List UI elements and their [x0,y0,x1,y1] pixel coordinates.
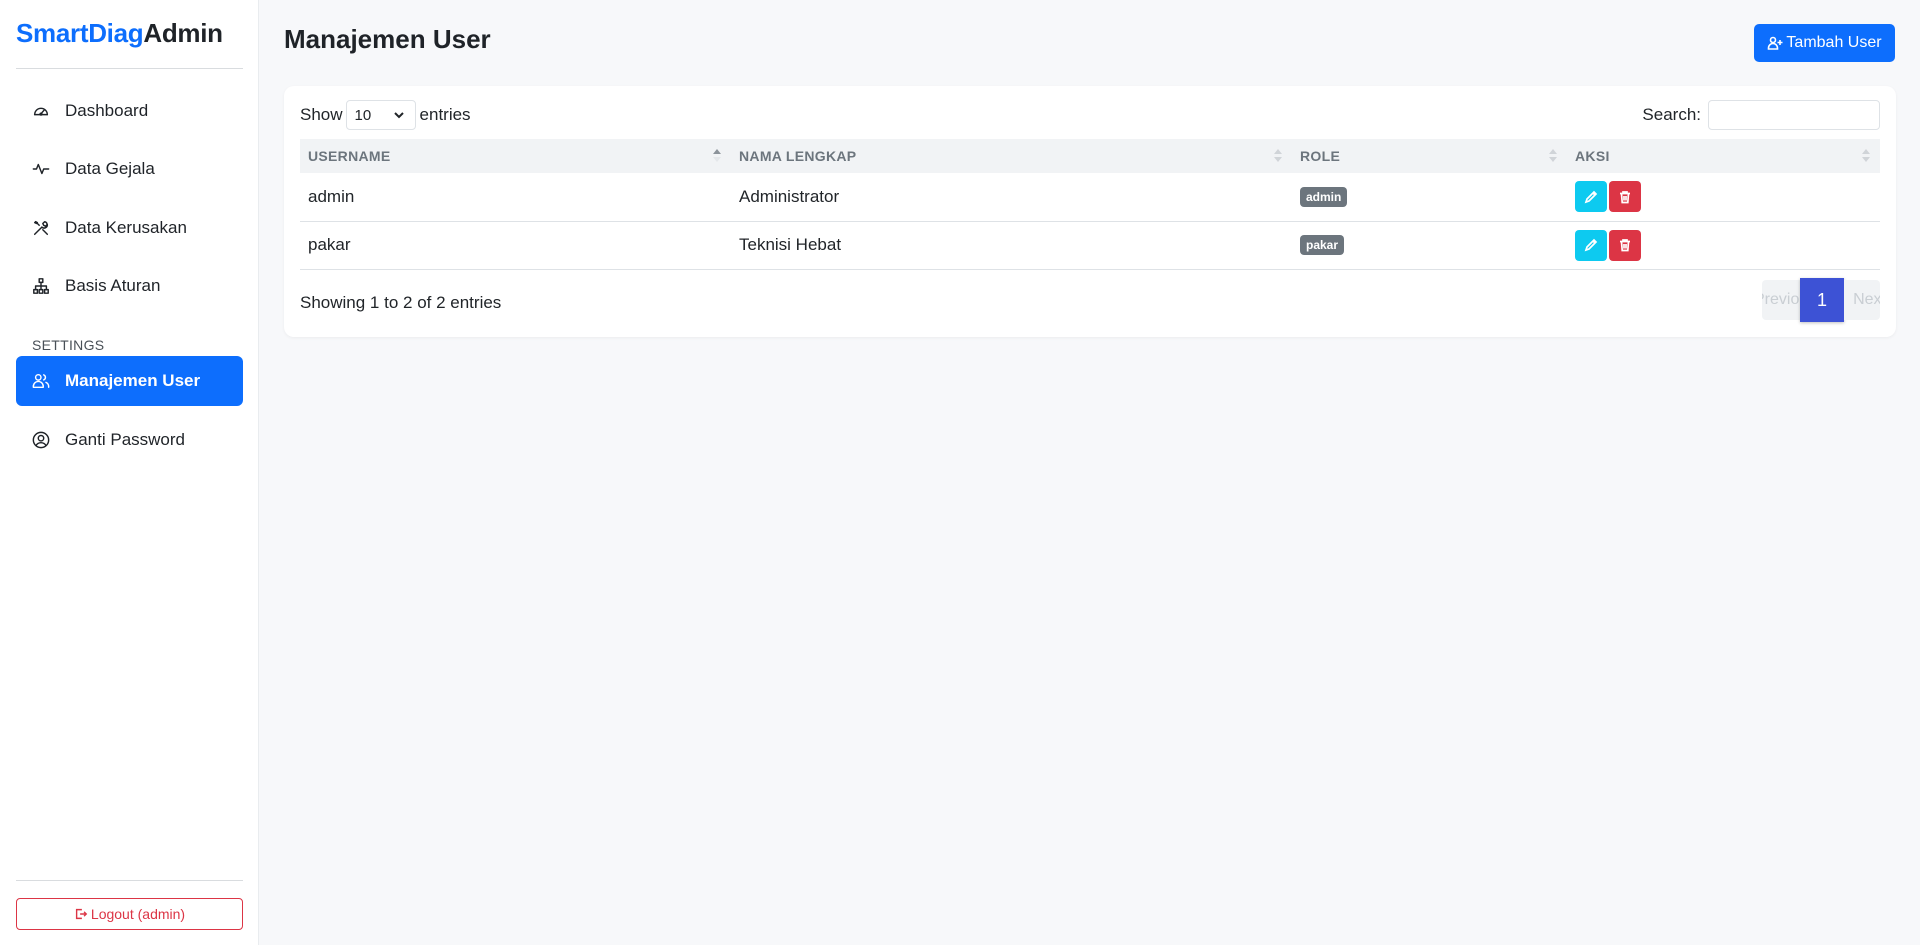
edit-button[interactable] [1575,181,1607,213]
cell-username: pakar [300,221,731,270]
page-title: Manajemen User [284,24,491,54]
tools-icon [31,218,51,238]
entries-select-value: 10 [354,106,372,124]
user-circle-icon [31,430,51,450]
brand-part2: Admin [143,18,223,48]
pagination-previous[interactable]: Previous [1762,280,1800,320]
users-icon [31,371,51,391]
brand-part1: SmartDiag [16,18,144,48]
role-badge: admin [1300,187,1348,207]
sidebar-item-ganti-password[interactable]: Ganti Password [16,415,243,465]
column-header-nama-lengkap[interactable]: NAMA LENGKAP [731,139,1292,173]
trash-icon [1620,190,1630,204]
cell-username: admin [300,173,731,222]
sidebar: SmartDiagAdmin Dashboard Data Gejala Dat… [0,0,259,945]
sort-asc-icon [713,149,721,163]
sidebar-item-label: Ganti Password [65,430,185,449]
delete-button[interactable] [1609,229,1641,261]
table-header-row: USERNAME NAMA LENGKAP ROLE AKSI [300,139,1880,173]
brand-logo[interactable]: SmartDiagAdmin [16,18,223,49]
sort-icon [1274,149,1282,163]
sidebar-item-basis-aturan[interactable]: Basis Aturan [16,261,243,311]
trash-icon [1620,239,1630,252]
logout-icon [75,908,88,920]
pencil-icon [1584,238,1598,252]
role-badge: pakar [1300,235,1345,256]
add-user-button[interactable]: Tambah User [1754,24,1895,62]
chevron-down-icon [393,112,404,119]
search-label: Search: [1642,105,1701,124]
user-plus-icon [1768,36,1783,50]
users-table: USERNAME NAMA LENGKAP ROLE AKSI admin Ad… [300,139,1880,270]
divider [16,880,243,881]
activity-icon [31,159,51,179]
users-table-card: Show 10 entries Search: USERNAME NAMA LE… [284,86,1896,337]
show-label: Show [300,105,343,124]
divider [16,68,243,69]
cell-aksi [1567,221,1880,270]
logout-label: Logout (admin) [90,906,186,922]
pencil-icon [1584,190,1598,204]
sidebar-item-dashboard[interactable]: Dashboard [16,86,243,136]
cell-aksi [1567,173,1880,222]
add-user-label: Tambah User [1786,34,1882,51]
table-row: admin Administrator admin [300,173,1880,222]
sidebar-item-label: Dashboard [65,101,149,120]
cell-nama-lengkap: Administrator [731,173,1292,222]
diagram-icon [31,276,51,296]
entries-select[interactable]: 10 [345,100,416,130]
sort-icon [1862,149,1870,163]
pagination-page-1[interactable]: 1 [1800,278,1844,322]
table-search: Search: [1642,100,1880,130]
table-info: Showing 1 to 2 of 2 entries [300,293,502,312]
entries-label: entries [419,105,471,124]
sidebar-item-label: Data Gejala [65,159,155,178]
search-input[interactable] [1708,100,1880,130]
pagination: Previous 1 Next [1762,278,1880,322]
edit-button[interactable] [1575,229,1607,261]
pagination-next[interactable]: Next [1844,280,1880,320]
cell-nama-lengkap: Teknisi Hebat [731,221,1292,270]
entries-length-control: Show 10 entries [300,100,471,130]
sidebar-item-data-kerusakan[interactable]: Data Kerusakan [16,203,243,253]
delete-button[interactable] [1609,181,1641,213]
column-header-aksi[interactable]: AKSI [1567,139,1880,173]
logout-button[interactable]: Logout (admin) [16,898,243,930]
cell-role: pakar [1292,221,1567,270]
sidebar-item-label: Data Kerusakan [65,218,187,237]
sidebar-item-label: Manajemen User [65,371,201,390]
sidebar-item-label: Basis Aturan [65,276,161,295]
table-row: pakar Teknisi Hebat pakar [300,221,1880,270]
column-header-role[interactable]: ROLE [1292,139,1567,173]
sort-icon [1549,149,1557,163]
sidebar-item-manajemen-user[interactable]: Manajemen User [16,356,243,406]
sidebar-item-data-gejala[interactable]: Data Gejala [16,144,243,194]
cell-role: admin [1292,173,1567,222]
column-header-username[interactable]: USERNAME [300,139,731,173]
section-label-settings: SETTINGS [32,337,105,353]
gauge-icon [31,101,51,121]
